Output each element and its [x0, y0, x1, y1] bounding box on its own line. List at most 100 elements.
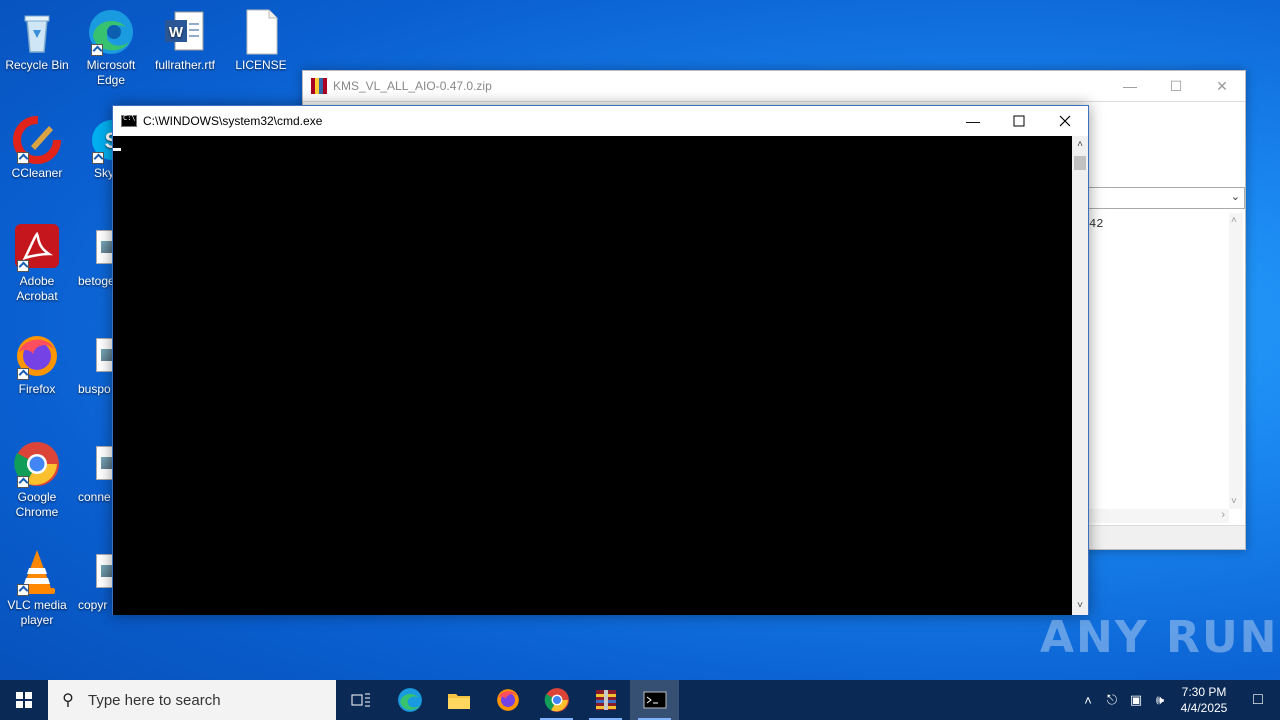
taskbar-cmd[interactable] — [630, 680, 679, 720]
image-file-icon — [96, 338, 112, 372]
desktop-icon-fullrather[interactable]: W fullrather.rtf — [148, 8, 222, 73]
clock[interactable]: 7:30 PM 4/4/2025 — [1172, 684, 1236, 716]
clock-date: 4/4/2025 — [1180, 701, 1228, 715]
cmd-icon — [121, 114, 137, 127]
system-tray: ˄ ⎋ ▣ 🕪 7:30 PM 4/4/2025 □ — [1076, 680, 1280, 720]
volume-icon[interactable]: 🕪 — [1148, 692, 1172, 708]
desktop-icon-buspo[interactable]: buspo — [74, 332, 112, 397]
taskbar-edge[interactable] — [385, 680, 434, 720]
firefox-icon — [13, 332, 61, 380]
anyrun-watermark: ANY RUN — [1040, 612, 1279, 663]
word-document-icon: W — [161, 8, 209, 56]
desktop-icon-label: fullrather.rtf — [154, 58, 216, 72]
desktop-icon-vlc[interactable]: VLC media player — [0, 548, 74, 628]
image-file-icon — [96, 554, 112, 588]
chevron-down-icon[interactable]: ˅ — [1072, 599, 1088, 613]
task-view-icon — [351, 693, 370, 707]
desktop-icon-label: copyr — [78, 598, 108, 612]
cmd-window[interactable]: C:\WINDOWS\system32\cmd.exe — ˄ ˅ — [112, 105, 1089, 615]
desktop-icon-google-chrome[interactable]: Google Chrome — [0, 440, 74, 520]
edge-icon — [397, 688, 422, 712]
text-cursor — [113, 148, 121, 151]
search-icon: ⚲ — [62, 692, 74, 709]
maximize-button[interactable] — [996, 106, 1042, 136]
chevron-right-icon[interactable]: › — [1221, 509, 1225, 521]
winrar-icon — [595, 690, 616, 710]
cmd-title: C:\WINDOWS\system32\cmd.exe — [143, 114, 323, 128]
desktop-icon-label: CCleaner — [11, 166, 63, 180]
desktop-icon-microsoft-edge[interactable]: Microsoft Edge — [74, 8, 148, 88]
maximize-button[interactable]: ☐ — [1153, 71, 1199, 101]
minimize-button[interactable]: — — [1107, 71, 1153, 101]
skype-icon: S — [88, 116, 112, 164]
chevron-down-icon[interactable]: ⌄ — [1231, 190, 1240, 203]
desktop-icon-betoge[interactable]: betoge — [74, 224, 112, 289]
svg-text:S: S — [105, 128, 112, 153]
console-vertical-scrollbar[interactable]: ˄ ˅ — [1072, 136, 1088, 615]
chevron-up-icon[interactable]: ˄ — [1076, 693, 1100, 708]
taskbar-chrome[interactable] — [532, 680, 581, 720]
file-list-partial-text: 42 — [1089, 217, 1104, 231]
desktop-icon-copyr[interactable]: copyr — [74, 548, 112, 613]
desktop-icon-label: Firefox — [18, 382, 56, 396]
meet-now-icon[interactable]: ⎋ — [1100, 692, 1124, 708]
winrar-icon — [311, 78, 327, 94]
chevron-down-icon[interactable]: ˅ — [1231, 496, 1237, 507]
minimize-button[interactable]: — — [950, 106, 996, 136]
desktop-icon-label: Microsoft Edge — [86, 58, 136, 87]
start-button[interactable] — [0, 680, 48, 720]
chevron-up-icon[interactable]: ˄ — [1072, 138, 1088, 152]
desktop-icon-label: VLC media player — [7, 598, 67, 627]
chevron-up-icon[interactable]: ˄ — [1231, 215, 1237, 226]
shortcut-arrow-icon — [91, 44, 103, 56]
desktop-icon-label: Adobe Acrobat — [16, 274, 58, 303]
taskbar-firefox[interactable] — [483, 680, 532, 720]
desktop-icon-conne[interactable]: conne — [74, 440, 112, 505]
desktop-icon-label: Recycle Bin — [5, 58, 69, 72]
notification-center-icon[interactable]: □ — [1236, 691, 1280, 709]
cmd-titlebar[interactable]: C:\WINDOWS\system32\cmd.exe — — [113, 106, 1088, 136]
desktop-icon-label: Google Chrome — [15, 490, 59, 519]
taskbar-winrar[interactable] — [581, 680, 630, 720]
folder-icon — [447, 694, 470, 709]
desktop-icon-adobe-acrobat[interactable]: Adobe Acrobat — [0, 224, 74, 304]
chrome-icon — [13, 440, 61, 488]
winrar-title: KMS_VL_ALL_AIO-0.47.0.zip — [333, 79, 492, 93]
close-button[interactable]: ✕ — [1199, 71, 1245, 101]
ccleaner-icon — [13, 116, 61, 164]
desktop-icon-label: betoge — [78, 274, 112, 288]
vlc-icon — [13, 548, 61, 596]
desktop-icon-label: conne — [78, 490, 111, 504]
network-icon[interactable]: ▣ — [1124, 692, 1148, 708]
shortcut-arrow-icon — [17, 476, 29, 488]
scrollbar-thumb[interactable] — [1074, 156, 1086, 170]
chrome-icon — [544, 688, 569, 712]
task-view-button[interactable] — [336, 680, 385, 720]
shortcut-arrow-icon — [92, 152, 104, 164]
windows-logo-icon — [16, 692, 32, 708]
desktop-icon-skype[interactable]: S Sky — [74, 116, 112, 181]
clock-time: 7:30 PM — [1181, 685, 1227, 699]
desktop-icon-label: LICENSE — [235, 58, 287, 72]
shortcut-arrow-icon — [17, 584, 29, 596]
desktop-icon-firefox[interactable]: Firefox — [0, 332, 74, 397]
edge-icon — [87, 8, 135, 56]
winrar-titlebar[interactable]: KMS_VL_ALL_AIO-0.47.0.zip — ☐ ✕ — [303, 71, 1245, 101]
desktop-icon-recycle-bin[interactable]: Recycle Bin — [0, 8, 74, 73]
desktop-icon-license[interactable]: LICENSE — [224, 8, 298, 73]
svg-text:W: W — [169, 24, 184, 41]
adobe-acrobat-icon — [13, 224, 61, 272]
console-output[interactable] — [113, 136, 1073, 615]
firefox-icon — [496, 689, 519, 711]
image-file-icon — [96, 230, 112, 264]
desktop-icon-label: Sky — [94, 166, 112, 180]
taskbar-file-explorer[interactable] — [434, 680, 483, 720]
desktop-icon-ccleaner[interactable]: CCleaner — [0, 116, 74, 181]
recycle-bin-icon — [13, 8, 61, 56]
blank-file-icon — [237, 8, 285, 56]
close-button[interactable] — [1042, 106, 1088, 136]
taskbar: ⚲ Type here to search ˄ ⎋ ▣ 🕪 7:30 PM 4/… — [0, 680, 1280, 720]
search-box[interactable]: ⚲ Type here to search — [48, 680, 336, 720]
winrar-vertical-scrollbar[interactable]: ˄ ˅ — [1229, 213, 1243, 509]
shortcut-arrow-icon — [17, 260, 29, 272]
